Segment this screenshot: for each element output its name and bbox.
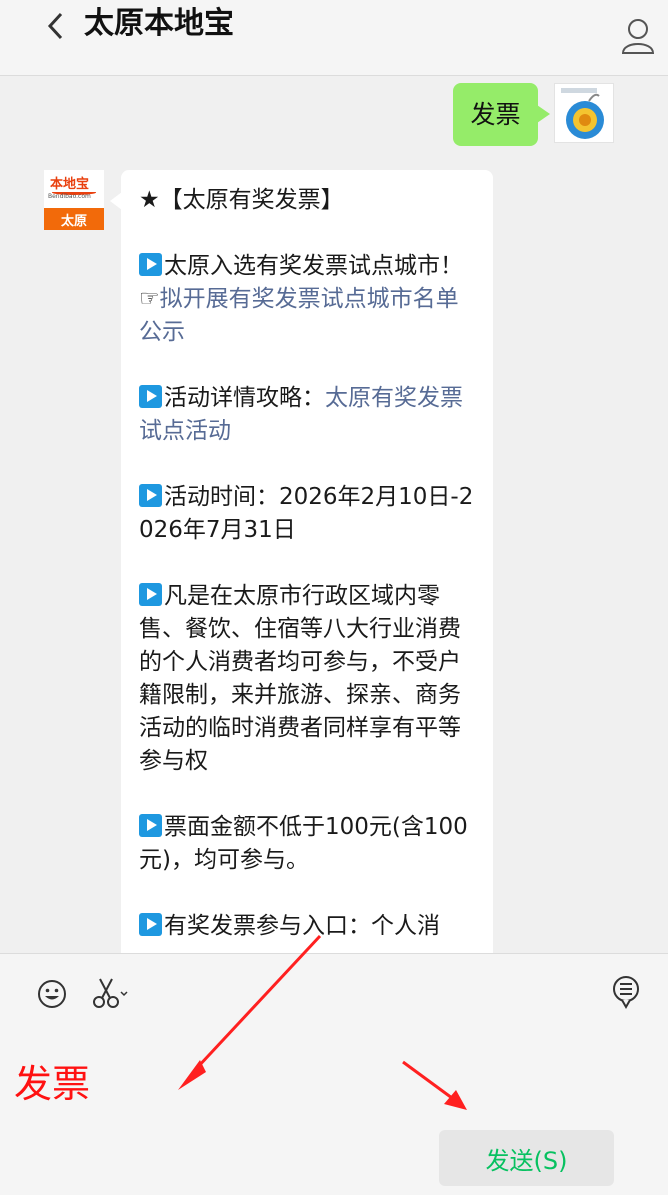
message-item: 凡是在太原市行政区域内零售、餐饮、住宿等八大行业消费的个人消费者均可参与，不受户…	[139, 583, 461, 774]
play-icon	[139, 913, 162, 936]
bot-message-bubble: ★【太原有奖发票】 太原入选有奖发票试点城市！☞拟开展有奖发票试点城市名单公示 …	[110, 170, 493, 953]
chat-header: 太原本地宝	[0, 0, 668, 76]
my-avatar[interactable]	[554, 83, 614, 143]
message-input[interactable]: 发票	[14, 1059, 90, 1109]
chat-title: 太原本地宝	[84, 6, 234, 41]
my-message-bubble[interactable]: 发票	[453, 83, 550, 146]
message-item: 活动详情攻略：太原有奖发票试点活动	[139, 385, 463, 444]
brand-logo-url: Bendibao.com	[48, 193, 91, 200]
message-item: 有奖发票参与入口：个人消	[139, 910, 475, 943]
play-icon	[139, 583, 162, 606]
brand-logo-city: 太原	[60, 214, 87, 229]
scissors-icon[interactable]	[92, 976, 128, 1010]
play-icon	[139, 253, 162, 276]
play-icon	[139, 484, 162, 507]
chat-messages[interactable]: 发票 本地宝 Bendibao.com 太原 ★【太原有奖发票】 太原入选有奖发…	[0, 77, 668, 953]
emoji-icon[interactable]	[36, 978, 68, 1010]
flower-avatar-image	[555, 84, 613, 142]
message-heading: ★【太原有奖发票】	[139, 187, 344, 213]
message-item: 太原入选有奖发票试点城市！☞拟开展有奖发票试点城市名单公示	[139, 253, 463, 345]
play-icon	[139, 385, 162, 408]
person-icon[interactable]	[620, 16, 656, 56]
input-area[interactable]: 发票 发送(S)	[0, 953, 668, 1195]
chat-history-icon[interactable]	[610, 974, 642, 1010]
message-item: 活动时间：2026年2月10日-2026年7月31日	[139, 484, 474, 543]
message-item: 票面金额不低于100元(含100元)，均可参与。	[139, 814, 468, 873]
chevron-left-icon[interactable]	[44, 8, 68, 44]
bot-avatar[interactable]: 本地宝 Bendibao.com 太原	[44, 170, 104, 230]
pilot-city-list-link[interactable]: 拟开展有奖发票试点城市名单公示	[139, 286, 459, 345]
play-icon	[139, 814, 162, 837]
send-button[interactable]: 发送(S)	[439, 1130, 614, 1186]
